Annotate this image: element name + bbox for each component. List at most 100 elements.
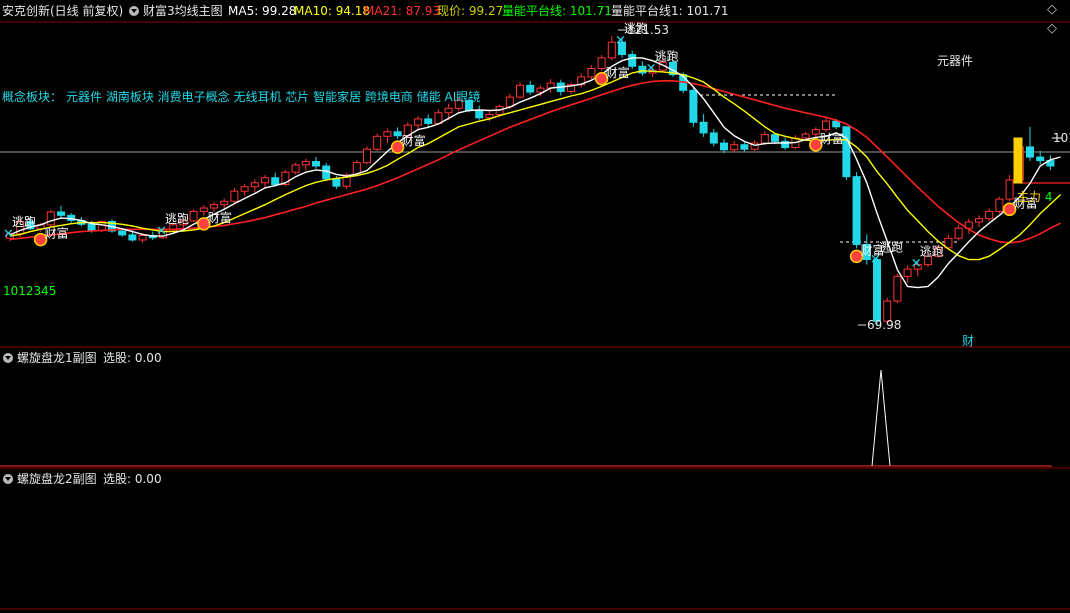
candle-up — [516, 84, 524, 98]
candle-up — [597, 57, 606, 70]
candle-up — [995, 198, 1004, 212]
candle-up — [250, 182, 259, 188]
candle-down — [699, 121, 708, 134]
main-force-label: 主力 4 — [1017, 190, 1052, 204]
candle-down — [332, 178, 341, 187]
candle-down — [475, 109, 484, 119]
main-force-num: 4 — [1044, 190, 1053, 204]
butterfly-icon: ✕ — [911, 256, 922, 271]
stock-title: 安克创新(日线 前复权) — [2, 4, 124, 18]
candle-up — [954, 227, 963, 239]
candle-up — [536, 87, 545, 93]
candle-down — [128, 234, 137, 241]
candle-up — [199, 207, 208, 212]
wealth-signal-label: 财富 — [861, 242, 885, 257]
formula-name: 财富3均线主图 — [143, 4, 223, 18]
candle-up — [210, 204, 218, 209]
candle-down — [87, 223, 96, 231]
candle-up — [261, 177, 269, 184]
candle-up — [363, 148, 371, 164]
wealth-signal-label: 财富 — [820, 131, 844, 146]
platform1-legend: 量能平台线1: 101.71 — [611, 4, 729, 18]
low-price-label: 69.98 — [867, 318, 902, 332]
candle-down — [526, 84, 535, 93]
sub1-title: 螺旋盘龙1副图 — [17, 351, 97, 365]
candle-up — [444, 107, 453, 114]
candle-up — [801, 133, 810, 139]
butterfly-icon: ✕ — [3, 227, 14, 242]
candle-up — [291, 164, 300, 173]
candle-up — [220, 200, 229, 206]
candle-up — [893, 275, 902, 302]
candle-down — [424, 118, 433, 124]
candle-up — [1005, 179, 1014, 200]
ma21-legend: MA21: 87.93 — [364, 4, 441, 18]
main-header: 安克创新(日线 前复权) 财富3均线主图 MA5: 99.28 MA10: 94… — [0, 0, 1070, 22]
candle-up — [975, 218, 983, 223]
candle-up — [811, 129, 820, 135]
ma5-legend: MA5: 99.28 — [228, 4, 297, 18]
counter-digits: 1012345 — [3, 284, 57, 298]
candle-down — [393, 131, 402, 137]
candle-down — [628, 54, 637, 67]
collapse-icon[interactable] — [129, 4, 142, 18]
candle-down — [57, 211, 65, 216]
grid-lines — [0, 21, 1070, 610]
candle-down — [852, 176, 861, 245]
counter-label: 1012345 — [3, 284, 56, 298]
ma10-legend: MA10: 94.18 — [294, 4, 371, 18]
candle-down — [842, 126, 851, 178]
candle-down — [271, 177, 280, 186]
price-legend: 现价: 99.27 — [437, 4, 504, 18]
candle-up — [587, 68, 596, 78]
wealth-signal-label: 财富 — [208, 210, 232, 225]
sub2-title: 螺旋盘龙2副图 — [17, 472, 97, 486]
candle-up — [730, 144, 739, 151]
candle-up — [240, 186, 249, 192]
main-force-text: 主力 — [1017, 190, 1042, 204]
candle-up — [485, 113, 494, 119]
platform-bar — [1013, 137, 1023, 184]
run-signal-label: 逃跑 — [165, 212, 189, 226]
candle-down — [720, 142, 728, 151]
candle-up — [760, 134, 769, 144]
candle-up — [505, 96, 514, 108]
candle-down — [1026, 146, 1034, 158]
wealth-signal-label: 财富 — [606, 65, 630, 80]
candle-up — [414, 118, 422, 126]
candle-down — [873, 259, 881, 322]
high-price-label: 121.53 — [627, 23, 669, 37]
signal-markers: ✕逃跑✕逃跑✕逃跑✕逃跑✕逃跑✕逃跑财富财富财富财富财富财富财富 — [3, 21, 1038, 271]
sub2-collapse-icon[interactable] — [3, 472, 16, 486]
sub1-spike — [0, 369, 1052, 467]
candle-down — [1036, 156, 1045, 162]
candle-down — [771, 134, 779, 142]
candle-up — [46, 211, 55, 226]
sub1-header: 螺旋盘龙1副图 选股: 0.00 — [0, 350, 1070, 368]
concept-label: 概念板块： — [2, 90, 63, 104]
candle-up — [985, 210, 994, 220]
sub2-header: 螺旋盘龙2副图 选股: 0.00 — [0, 471, 1070, 489]
candle-down — [689, 89, 698, 123]
sub1-value: 选股: 0.00 — [103, 351, 162, 365]
concept-list: 元器件 湖南板块 消费电子概念 无线耳机 芯片 智能家居 跨境电商 储能 AI眼… — [66, 90, 481, 104]
candle-down — [740, 144, 749, 150]
platform-legend: 量能平台线: 101.71 — [502, 4, 612, 18]
run-signal-label: 逃跑 — [12, 215, 36, 229]
diamond-down-icon[interactable]: ◇ — [1047, 22, 1057, 36]
candle-up — [138, 234, 147, 241]
candle-up — [373, 135, 382, 150]
wealth-signal-label: 财富 — [45, 226, 69, 241]
candle-up — [230, 190, 239, 202]
bottom-tag: 财 — [962, 334, 975, 348]
butterfly-icon: ✕ — [646, 61, 657, 76]
candle-down — [118, 230, 127, 236]
wealth-signal-label: 财富 — [402, 133, 426, 148]
diamond-up-icon[interactable]: ◇ — [1047, 3, 1057, 17]
candle-up — [301, 161, 310, 166]
sector-tag: 元器件 — [937, 54, 974, 68]
sub1-collapse-icon[interactable] — [3, 351, 16, 365]
candle-down — [312, 161, 320, 167]
butterfly-icon: ✕ — [156, 224, 167, 239]
candle-up — [189, 210, 198, 222]
